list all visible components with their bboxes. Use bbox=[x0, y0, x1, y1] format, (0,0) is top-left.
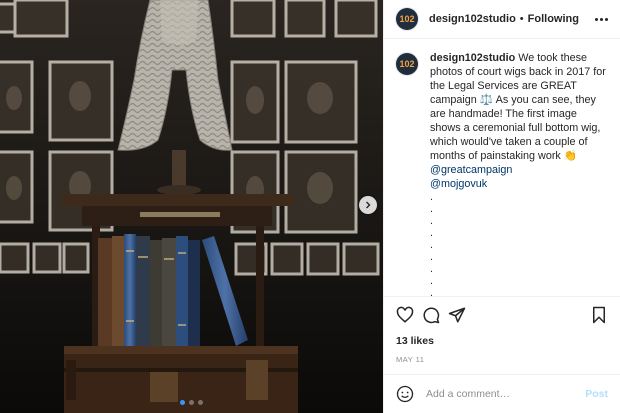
more-options-icon-dot bbox=[600, 17, 603, 21]
ellipsis-line: . bbox=[430, 215, 433, 227]
post-photo[interactable] bbox=[0, 0, 383, 413]
more-options-icon bbox=[595, 17, 598, 21]
following-button[interactable]: Following bbox=[528, 13, 579, 25]
post-date[interactable]: MAY 11 bbox=[396, 355, 608, 364]
like-count[interactable]: 13 likes bbox=[396, 335, 608, 347]
mention-mojgovuk[interactable]: @mojgovuk bbox=[430, 178, 487, 190]
ellipsis-line: . bbox=[430, 239, 433, 251]
heart-icon[interactable] bbox=[396, 306, 414, 324]
post-details-panel: 102 design102studio • Following 102 desi… bbox=[383, 0, 620, 413]
ellipsis-line: . bbox=[430, 275, 433, 287]
carousel-dot bbox=[198, 400, 203, 405]
carousel-dot bbox=[189, 400, 194, 405]
instagram-post: 102 design102studio • Following 102 desi… bbox=[0, 0, 620, 413]
username-link[interactable]: design102studio bbox=[429, 13, 516, 25]
post-header: 102 design102studio • Following bbox=[384, 0, 620, 39]
chevron-right-icon bbox=[366, 201, 371, 209]
caption: design102studio We took these photos of … bbox=[430, 51, 608, 296]
ellipsis-line: . bbox=[430, 263, 433, 275]
caption-avatar[interactable]: 102 bbox=[396, 53, 418, 75]
court-wig-photo bbox=[0, 0, 383, 413]
ellipsis-line: . bbox=[430, 191, 433, 203]
share-icon[interactable] bbox=[448, 306, 466, 324]
carousel-dot bbox=[180, 400, 185, 405]
caption-ellipsis: . . . . . . . . . bbox=[430, 191, 608, 296]
ellipsis-line: . bbox=[430, 227, 433, 239]
caption-username[interactable]: design102studio bbox=[430, 52, 515, 64]
mention-greatcampaign[interactable]: @greatcampaign bbox=[430, 164, 512, 176]
action-bar: 13 likes MAY 11 bbox=[384, 296, 620, 374]
separator-dot: • bbox=[519, 13, 524, 25]
comment-box: Post bbox=[384, 374, 620, 413]
action-icons bbox=[396, 305, 608, 325]
ellipsis-line: . bbox=[430, 251, 433, 263]
next-slide-button[interactable] bbox=[359, 196, 377, 214]
carousel-indicator bbox=[0, 400, 383, 405]
emoji-icon[interactable] bbox=[396, 385, 414, 403]
more-options-icon-dot bbox=[605, 17, 608, 21]
bookmark-icon[interactable] bbox=[590, 306, 608, 324]
caption-area: 102 design102studio We took these photos… bbox=[384, 39, 620, 296]
ellipsis-line: . bbox=[430, 287, 433, 296]
post-comment-button[interactable]: Post bbox=[585, 388, 608, 400]
avatar[interactable]: 102 bbox=[396, 8, 418, 30]
caption-text: We took these photos of court wigs back … bbox=[430, 52, 606, 162]
comment-icon[interactable] bbox=[422, 306, 440, 324]
ellipsis-line: . bbox=[430, 203, 433, 215]
comment-input[interactable] bbox=[424, 387, 578, 401]
more-options-button[interactable] bbox=[595, 17, 608, 21]
